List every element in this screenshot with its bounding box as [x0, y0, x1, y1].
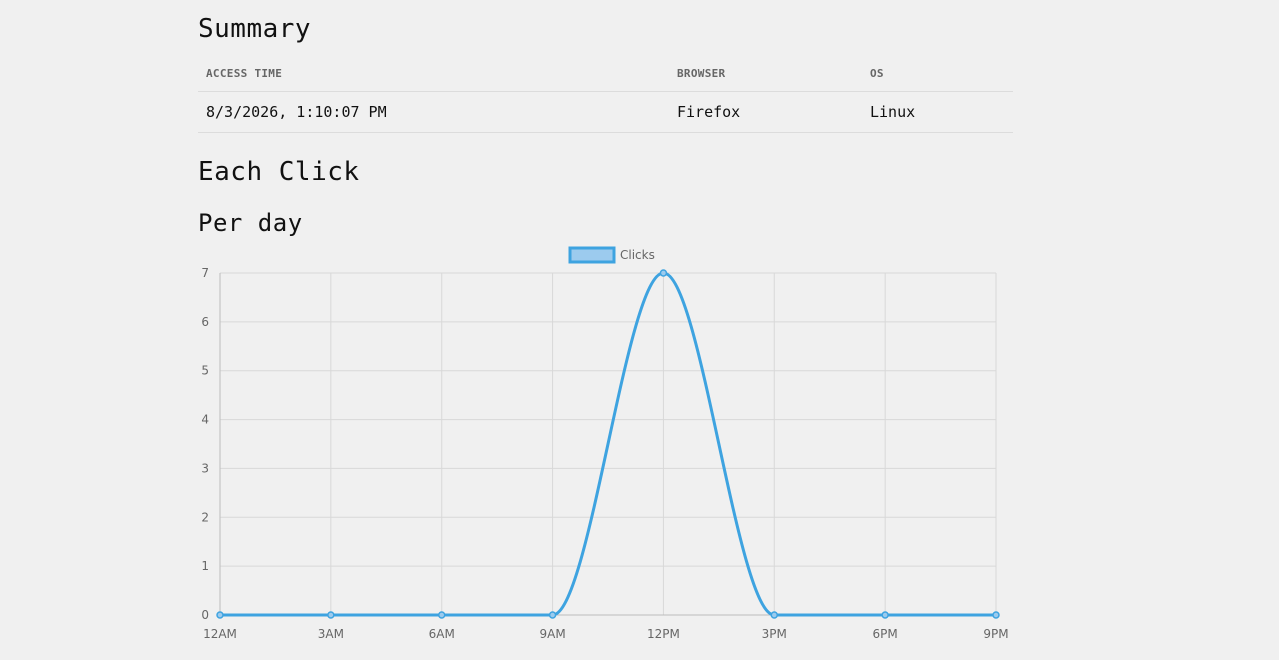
- x-tick-label: 6AM: [429, 627, 455, 641]
- y-tick-label: 0: [201, 608, 209, 622]
- data-point: [437, 611, 446, 619]
- x-tick-label: 6PM: [873, 627, 898, 641]
- os-cell: Linux: [862, 91, 1013, 133]
- data-point: [992, 611, 1000, 619]
- x-tick-label: 9PM: [983, 627, 1008, 641]
- legend-label: Clicks: [620, 248, 655, 262]
- series-line-clicks: [220, 271, 996, 617]
- data-point: [770, 611, 779, 619]
- x-tick-label: 3AM: [318, 627, 344, 641]
- y-tick-label: 1: [201, 559, 209, 573]
- x-tick-label: 12AM: [203, 627, 237, 641]
- x-tick-label: 3PM: [762, 627, 787, 641]
- summary-table: ACCESS TIME BROWSER OS 8/3/2026, 1:10:07…: [198, 56, 1013, 133]
- column-header-browser: BROWSER: [669, 56, 862, 92]
- summary-header-row: ACCESS TIME BROWSER OS: [198, 56, 1013, 92]
- data-point: [659, 269, 668, 277]
- data-point: [548, 611, 557, 619]
- x-tick-label: 12PM: [647, 627, 680, 641]
- per-day-title: Per day: [198, 209, 303, 237]
- clicks-line-chart: 0 1 2 3 4 5 6 7 12AM 3AM 6AM 9AM 12PM 3PM 6PM 9PM Clicks: [201, 246, 1009, 641]
- y-tick-label: 7: [201, 266, 209, 280]
- x-tick-label: 9AM: [539, 627, 565, 641]
- data-point: [327, 611, 335, 619]
- data-point: [216, 611, 224, 619]
- column-header-os: OS: [862, 56, 1013, 92]
- y-tick-label: 4: [201, 413, 209, 427]
- legend-swatch: [568, 246, 616, 264]
- access-time-cell: 8/3/2026, 1:10:07 PM: [198, 91, 669, 133]
- data-point: [881, 611, 889, 619]
- y-tick-label: 2: [201, 510, 209, 524]
- y-tick-label: 5: [201, 364, 209, 378]
- table-row: 8/3/2026, 1:10:07 PM Firefox Linux: [198, 91, 1013, 133]
- each-click-title: Each Click: [198, 157, 360, 187]
- y-tick-label: 3: [201, 461, 209, 475]
- summary-title: Summary: [198, 14, 312, 44]
- column-header-access-time: ACCESS TIME: [198, 56, 669, 92]
- browser-cell: Firefox: [669, 91, 862, 133]
- y-tick-label: 6: [201, 315, 209, 329]
